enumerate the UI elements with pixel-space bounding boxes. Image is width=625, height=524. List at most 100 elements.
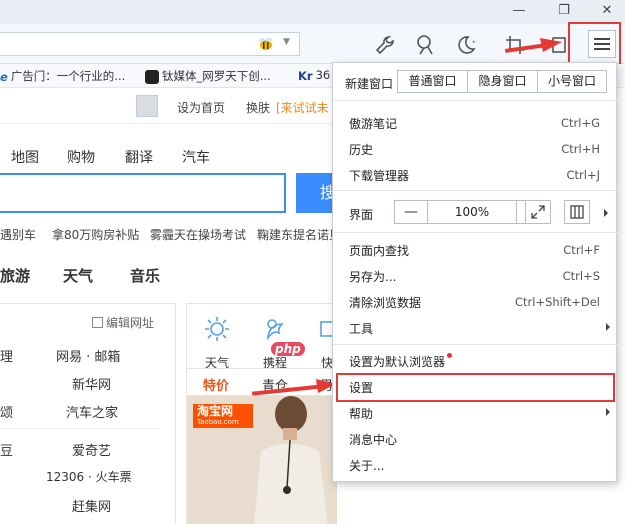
menu-item-label: 消息中心 <box>349 433 398 447</box>
hot-search-item[interactable]: 鞠建东提名诺贝 <box>257 226 341 243</box>
bookmark-item[interactable]: 钛媒体_网罗天下创... <box>145 68 271 84</box>
menu-item-save-as[interactable]: 另存为... Ctrl+S <box>333 263 618 289</box>
divider <box>0 428 160 429</box>
site-link[interactable]: 豆 <box>0 440 13 459</box>
menu-item-label: 下载管理器 <box>349 169 410 183</box>
split-view-button[interactable] <box>564 200 590 224</box>
nav-travel[interactable]: 旅游 <box>0 265 30 286</box>
menu-item-tools[interactable]: 工具 <box>333 315 618 341</box>
menu-item-label: 帮助 <box>349 407 374 421</box>
menu-item-shortcut: Ctrl+J <box>566 168 601 182</box>
menu-divider <box>333 232 618 233</box>
menu-item-label: 另存为... <box>349 270 397 284</box>
site-link[interactable]: 新华网 <box>72 374 111 393</box>
menu-item-shortcut: Ctrl+F <box>563 243 600 257</box>
tmall-cat-icon <box>145 69 159 84</box>
edit-sites-button[interactable]: 编辑网址 <box>92 314 154 331</box>
set-home-link[interactable]: 设为首页 <box>177 99 225 116</box>
avatar[interactable] <box>136 95 158 117</box>
tab-shopping[interactable]: 购物 <box>67 147 95 167</box>
hot-search-item[interactable]: 拿80万购房补贴 <box>52 226 139 243</box>
toolbar: ▼ <box>0 24 625 64</box>
fullscreen-button[interactable] <box>525 200 551 224</box>
site-link[interactable]: 12306 · 火车票 <box>46 468 132 485</box>
close-button[interactable]: ✕ <box>596 2 618 20</box>
private-window-button[interactable]: 隐身窗口 <box>468 71 538 92</box>
menu-item-clear-data[interactable]: 清除浏览数据 Ctrl+Shift+Del <box>333 289 618 315</box>
nav-music[interactable]: 音乐 <box>130 265 160 286</box>
menu-item-downloads[interactable]: 下载管理器 Ctrl+J <box>333 162 618 188</box>
bookmark-item[interactable]: e 广告门：一个行业的... <box>0 68 125 84</box>
menu-item-shortcut: Ctrl+Shift+Del <box>515 295 600 309</box>
zoom-out-button[interactable]: — <box>395 201 427 223</box>
new-window-label: 新建窗口 <box>345 77 394 91</box>
promo-link[interactable]: [来试试未 <box>276 99 329 116</box>
site-nav-panel: 编辑网址 理 网易 · 邮箱 新华网 颂 汽车之家 豆 爱奇艺 12306 · … <box>0 303 176 524</box>
tab-map[interactable]: 地图 <box>11 147 39 167</box>
chevron-right-icon <box>606 323 610 331</box>
title-bar: — ❐ ✕ <box>0 0 625 24</box>
menu-item-default-browser[interactable]: 设置为默认浏览器 <box>333 348 618 374</box>
address-input[interactable]: ▼ <box>0 32 300 56</box>
site-link[interactable]: 爱奇艺 <box>72 440 111 459</box>
weather-icon[interactable] <box>202 314 232 344</box>
menu-item-help[interactable]: 帮助 <box>333 400 618 426</box>
normal-window-button[interactable]: 普通窗口 <box>398 71 468 92</box>
kr-icon: Kr <box>298 68 313 83</box>
menu-item-history[interactable]: 历史 Ctrl+H <box>333 136 618 162</box>
taobao-ad[interactable]: 淘宝网 Taobao.com <box>187 396 337 524</box>
menu-item-about[interactable]: 关于... <box>333 452 618 478</box>
screenshot-icon[interactable] <box>504 34 526 56</box>
hot-search-item[interactable]: 雾霾天在操场考试 <box>150 226 246 243</box>
search-person-icon[interactable] <box>414 34 436 56</box>
site-link[interactable]: 赶集网 <box>72 496 111 515</box>
bookmark-label: 钛媒体_网罗天下创... <box>162 69 271 83</box>
new-window-row: 新建窗口 普通窗口 隐身窗口 小号窗口 <box>333 63 618 101</box>
site-link[interactable]: 理 <box>0 346 13 365</box>
bee-icon[interactable] <box>258 37 274 51</box>
change-skin-link[interactable]: 换肤 <box>246 99 270 116</box>
alt-account-window-button[interactable]: 小号窗口 <box>538 71 606 92</box>
fullscreen-icon <box>531 205 545 219</box>
menu-item-text: 设置为默认浏览器 <box>349 355 446 369</box>
menu-item-label: 页面内查找 <box>349 244 410 258</box>
menu-item-find[interactable]: 页面内查找 Ctrl+F <box>333 237 618 263</box>
tab-deals[interactable]: 特价 <box>203 375 229 394</box>
site-link[interactable]: 网易 · 邮箱 <box>56 346 120 365</box>
annotation-arrowhead <box>540 38 562 52</box>
site-link[interactable]: 汽车之家 <box>66 402 118 421</box>
wrench-icon[interactable] <box>374 34 396 56</box>
site-link[interactable]: 颂 <box>0 402 13 421</box>
menu-item-shortcut: Ctrl+G <box>560 116 600 130</box>
night-mode-icon[interactable] <box>454 34 476 56</box>
menu-item-label: 设置为默认浏览器 <box>349 353 453 370</box>
e-icon: e <box>0 69 8 84</box>
bookmark-label: 广告门：一个行业的... <box>10 69 126 83</box>
zoom-label: 界面 <box>349 208 374 222</box>
restore-button[interactable]: ❐ <box>553 2 575 20</box>
chevron-right-icon[interactable] <box>604 209 608 217</box>
notification-dot <box>447 353 453 358</box>
bookmark-label: 36 <box>315 68 331 82</box>
menu-item-messages[interactable]: 消息中心 <box>333 426 618 452</box>
bookmark-item[interactable]: Kr 36 <box>298 68 330 83</box>
highlight-settings <box>336 373 615 402</box>
minimize-button[interactable]: — <box>508 2 530 20</box>
tab-translate[interactable]: 翻译 <box>125 147 153 167</box>
menu-divider <box>333 190 618 191</box>
edit-sites-label: 编辑网址 <box>106 316 155 330</box>
menu-item-notes[interactable]: 傲游笔记 Ctrl+G <box>333 110 618 136</box>
menu-item-label: 关于... <box>349 459 385 473</box>
chevron-down-icon[interactable]: ▼ <box>283 37 290 47</box>
chevron-right-icon <box>606 408 610 416</box>
menu-item-label: 傲游笔记 <box>349 117 398 131</box>
tab-car[interactable]: 汽车 <box>182 147 210 167</box>
model-photo <box>254 396 328 524</box>
new-window-button-group: 普通窗口 隐身窗口 小号窗口 <box>397 70 607 93</box>
search-input[interactable] <box>0 173 286 213</box>
menu-item-label: 历史 <box>349 143 374 157</box>
hot-search-item[interactable]: 遇别车 <box>0 226 36 243</box>
pencil-icon <box>92 317 103 328</box>
nav-weather[interactable]: 天气 <box>63 265 93 286</box>
split-view-icon <box>570 205 584 219</box>
